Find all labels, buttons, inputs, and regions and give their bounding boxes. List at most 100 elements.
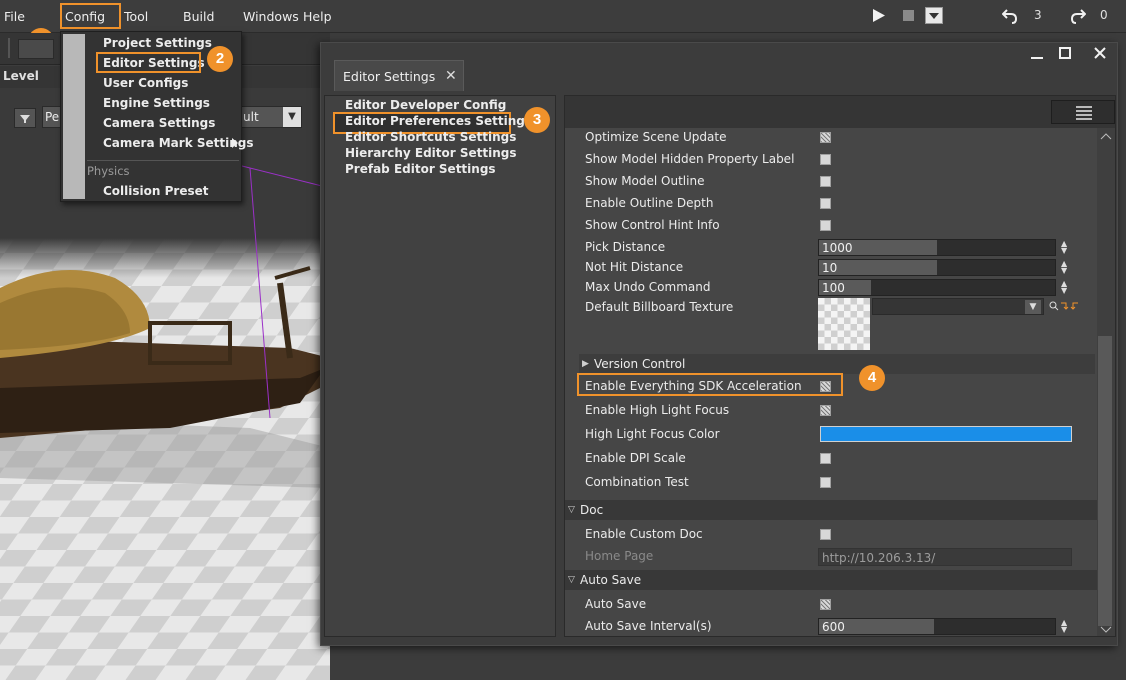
billboard-texture-combo[interactable]: [872, 298, 1044, 315]
home-page-field[interactable]: http://10.206.3.13/: [818, 548, 1072, 566]
billboard-texture-preview[interactable]: [818, 298, 870, 350]
category-prefab-editor-settings[interactable]: Prefab Editor Settings: [345, 162, 496, 176]
section-doc-label: Doc: [580, 503, 604, 517]
redo-icon[interactable]: [1070, 7, 1086, 24]
max-undo-command-field[interactable]: 100: [818, 279, 1056, 296]
not-hit-distance-field[interactable]: 10: [818, 259, 1056, 276]
prop-label-enable-custom-doc: Enable Custom Doc: [585, 527, 703, 541]
scroll-down-icon[interactable]: [1100, 626, 1112, 634]
tab-editor-settings-label: Editor Settings: [343, 69, 436, 84]
section-auto-save[interactable]: ▽ Auto Save: [565, 570, 1097, 590]
checkbox-show-model-hidden-property-label[interactable]: [820, 154, 831, 165]
chevron-right-icon: ▶: [582, 359, 589, 369]
checkbox-auto-save[interactable]: [820, 599, 831, 610]
menu-windows[interactable]: Windows: [243, 9, 299, 24]
redo-count: 0: [1100, 8, 1108, 22]
auto-save-interval-field[interactable]: 600: [818, 618, 1056, 635]
window-close-icon[interactable]: [1092, 45, 1108, 61]
prop-label-default-billboard-texture: Default Billboard Texture: [585, 300, 734, 314]
auto-save-interval-value: 600: [822, 620, 845, 634]
prop-label-show-model-hidden-property-label: Show Model Hidden Property Label: [585, 152, 795, 166]
category-editor-developer-config[interactable]: Editor Developer Config: [345, 98, 506, 112]
category-editor-shortcuts-settings[interactable]: Editor Shortcuts Settings: [345, 130, 516, 144]
property-grid-scrollbar-thumb[interactable]: [1098, 336, 1112, 626]
tab-close-icon[interactable]: ✕: [445, 68, 457, 84]
step-badge-3: 3: [524, 107, 550, 133]
menu-build[interactable]: Build: [183, 9, 214, 24]
prop-label-enable-outline-depth: Enable Outline Depth: [585, 196, 714, 210]
checkbox-enable-outline-depth[interactable]: [820, 198, 831, 209]
checkbox-show-model-outline[interactable]: [820, 176, 831, 187]
prop-label-enable-dpi-scale: Enable DPI Scale: [585, 451, 686, 465]
checkbox-optimize-scene-update[interactable]: [820, 132, 831, 143]
prop-label-optimize-scene-update: Optimize Scene Update: [585, 130, 727, 144]
window-titlebar: Editor Settings ✕: [321, 43, 1117, 91]
menu-help[interactable]: Help: [303, 9, 332, 24]
level-label: Level: [3, 69, 39, 83]
category-editor-preferences-settings[interactable]: Editor Preferences Settings: [345, 114, 532, 128]
menu-icon-gutter: [63, 34, 85, 199]
step-badge-4: 4: [859, 365, 885, 391]
auto-save-interval-spinner-icon[interactable]: ▲ ▼: [1061, 619, 1067, 634]
search-icon[interactable]: [1049, 301, 1059, 311]
menu-file[interactable]: File: [4, 9, 25, 24]
prop-label-home-page: Home Page: [585, 549, 654, 563]
prop-label-combination-test: Combination Test: [585, 475, 689, 489]
play-mode-dropdown-icon[interactable]: [925, 7, 943, 24]
hamburger-icon: [1076, 106, 1092, 120]
menu-item-project-settings[interactable]: Project Settings: [103, 36, 212, 50]
config-menu-highlight: [60, 3, 121, 29]
chevron-down-icon: ▽: [568, 505, 575, 515]
prop-label-not-hit-distance: Not Hit Distance: [585, 260, 684, 274]
property-grid-toolbar: [565, 96, 1115, 128]
editor-settings-highlight: [96, 52, 201, 73]
undo-count: 3: [1034, 8, 1042, 22]
prop-label-high-light-focus-color: High Light Focus Color: [585, 427, 720, 441]
prop-label-auto-save-interval: Auto Save Interval(s): [585, 619, 712, 633]
stop-icon[interactable]: [903, 10, 914, 21]
menu-item-engine-settings[interactable]: Engine Settings: [103, 96, 210, 110]
category-hierarchy-editor-settings[interactable]: Hierarchy Editor Settings: [345, 146, 517, 160]
browse-arrow-icon[interactable]: [1059, 301, 1069, 311]
checkbox-enable-high-light-focus[interactable]: [820, 405, 831, 416]
section-version-control[interactable]: ▶ Version Control: [579, 354, 1095, 374]
checkbox-show-control-hint-info[interactable]: [820, 220, 831, 231]
prop-label-show-control-hint-info: Show Control Hint Info: [585, 218, 720, 232]
reset-arrow-icon[interactable]: [1070, 301, 1080, 311]
sdk-acceleration-highlight: [577, 373, 843, 396]
scroll-up-icon[interactable]: [1100, 132, 1112, 140]
undo-icon[interactable]: [1002, 7, 1018, 24]
tab-editor-settings[interactable]: Editor Settings ✕: [334, 60, 464, 91]
toolstrip-grip: [8, 38, 10, 58]
pick-distance-spinner-icon[interactable]: ▲ ▼: [1061, 240, 1067, 255]
maximize-icon[interactable]: [1057, 45, 1073, 61]
menu-item-collision-preset[interactable]: Collision Preset: [103, 184, 208, 198]
prop-label-show-model-outline: Show Model Outline: [585, 174, 705, 188]
pick-distance-field[interactable]: 1000: [818, 239, 1056, 256]
prop-label-auto-save: Auto Save: [585, 597, 647, 611]
chevron-down-icon[interactable]: ▼: [1025, 300, 1041, 314]
high-light-focus-color-swatch[interactable]: [820, 426, 1072, 442]
toolstrip-button[interactable]: [18, 39, 54, 59]
settings-category-list: Editor Developer Config Editor Preferenc…: [324, 95, 556, 637]
property-grid-menu-button[interactable]: [1051, 100, 1115, 124]
menu-item-camera-settings[interactable]: Camera Settings: [103, 116, 215, 130]
max-undo-command-spinner-icon[interactable]: ▲ ▼: [1061, 280, 1067, 295]
section-doc[interactable]: ▽ Doc: [565, 500, 1097, 520]
minimize-icon[interactable]: [1029, 45, 1045, 61]
section-version-control-label: Version Control: [594, 357, 686, 371]
section-auto-save-label: Auto Save: [580, 573, 642, 587]
play-icon[interactable]: [872, 8, 886, 23]
menu-item-user-configs[interactable]: User Configs: [103, 76, 188, 90]
checkbox-enable-custom-doc[interactable]: [820, 529, 831, 540]
settings-property-grid: Optimize Scene Update Show Model Hidden …: [564, 95, 1116, 637]
not-hit-distance-value: 10: [822, 261, 838, 275]
max-undo-command-value: 100: [822, 281, 845, 295]
step-badge-2: 2: [207, 46, 233, 72]
home-page-value: http://10.206.3.13/: [822, 551, 936, 565]
menu-tool[interactable]: Tool: [124, 9, 148, 24]
not-hit-distance-spinner-icon[interactable]: ▲ ▼: [1061, 260, 1067, 275]
checkbox-enable-dpi-scale[interactable]: [820, 453, 831, 464]
pick-distance-value: 1000: [822, 241, 853, 255]
checkbox-combination-test[interactable]: [820, 477, 831, 488]
